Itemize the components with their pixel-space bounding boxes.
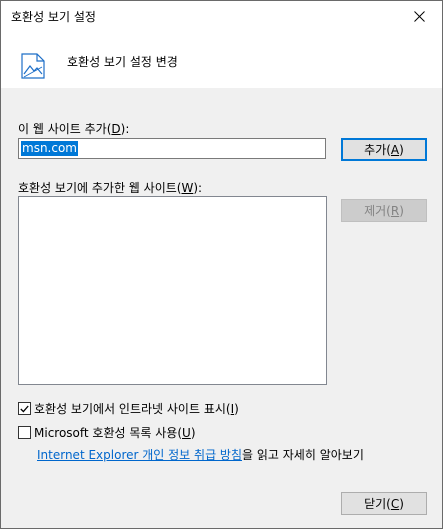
intranet-option-label: 호환성 보기에서 인트라넷 사이트 표시(I) <box>34 402 239 416</box>
add-site-label: 이 웹 사이트 추가(D): <box>18 122 130 136</box>
window-title: 호환성 보기 설정 <box>11 10 96 24</box>
compatibility-view-icon <box>21 53 45 79</box>
site-list[interactable] <box>18 196 327 385</box>
close-button[interactable]: 닫기(C) <box>341 492 427 515</box>
intranet-option[interactable]: 호환성 보기에서 인트라넷 사이트 표시(I) <box>18 400 239 417</box>
remove-button: 제거(R) <box>341 199 427 222</box>
compatibility-view-dialog: 호환성 보기 설정 호환성 보기 설정 변경 이 웹 사이트 추가(D): ms… <box>0 0 443 529</box>
privacy-trailing-text: 을 읽고 자세히 알아보기 <box>242 448 364 462</box>
checkmark-icon <box>20 405 29 413</box>
dialog-heading: 호환성 보기 설정 변경 <box>67 55 178 69</box>
intranet-checkbox[interactable] <box>18 402 31 415</box>
microsoft-list-option[interactable]: Microsoft 호환성 목록 사용(U) <box>18 424 196 441</box>
title-bar: 호환성 보기 설정 <box>1 1 442 31</box>
site-list-label: 호환성 보기에 추가한 웹 사이트(W): <box>18 181 203 195</box>
close-window-button[interactable] <box>396 1 442 31</box>
microsoft-list-checkbox[interactable] <box>18 426 31 439</box>
close-icon <box>413 10 425 22</box>
add-site-input[interactable]: msn.com <box>18 138 326 159</box>
add-site-input-value: msn.com <box>21 141 78 156</box>
microsoft-list-option-label: Microsoft 호환성 목록 사용(U) <box>34 426 196 440</box>
add-button[interactable]: 추가(A) <box>341 138 427 161</box>
privacy-statement: Internet Explorer 개인 정보 취급 방침을 읽고 자세히 알아… <box>37 446 364 463</box>
privacy-link[interactable]: Internet Explorer 개인 정보 취급 방침 <box>37 448 242 462</box>
header-panel: 호환성 보기 설정 변경 <box>1 31 442 88</box>
